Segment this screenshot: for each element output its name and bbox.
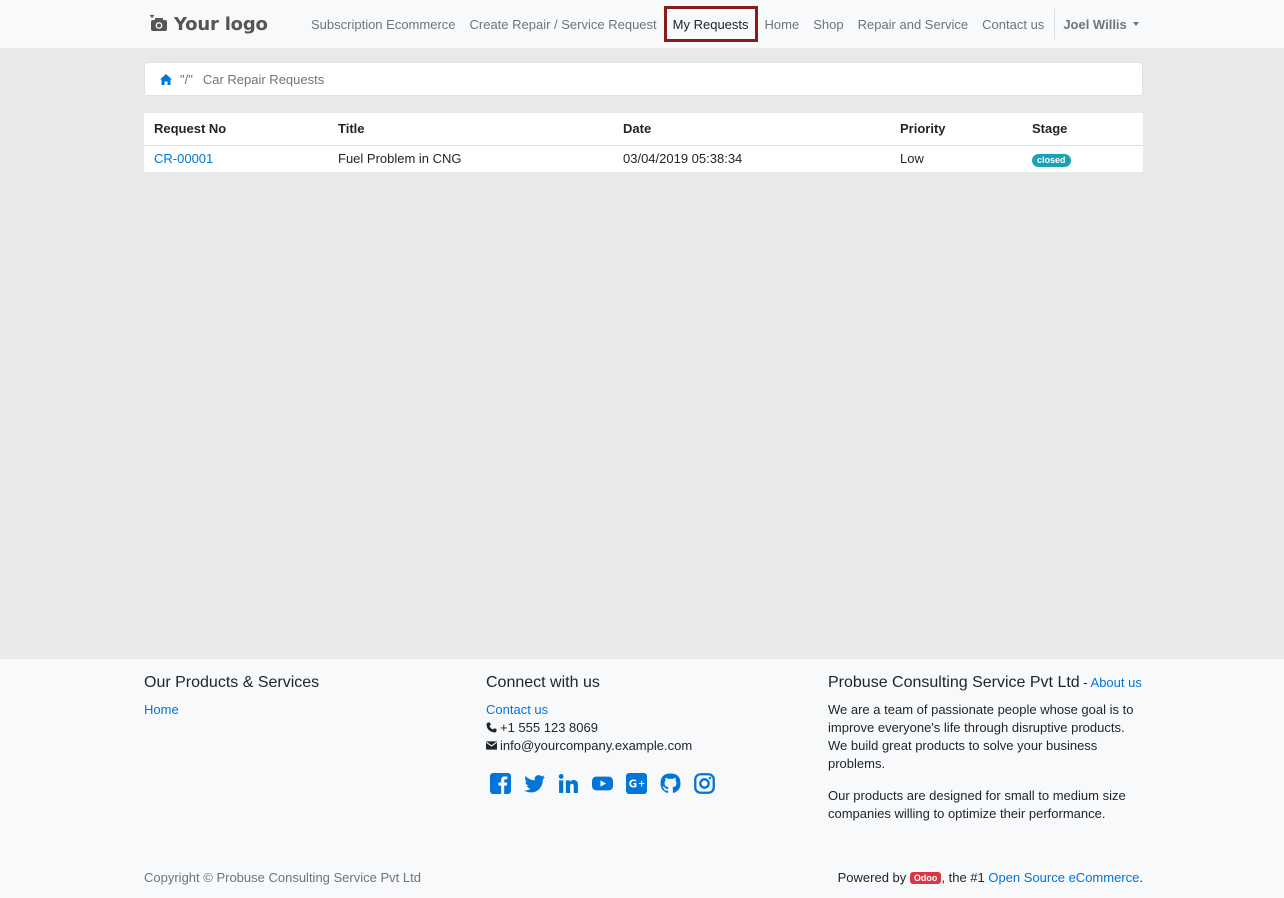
github-icon[interactable] bbox=[660, 773, 681, 794]
footer: Our Products & Services Home Connect wit… bbox=[0, 659, 1284, 898]
google-plus-icon[interactable]: G + bbox=[626, 773, 647, 794]
footer-contact-link[interactable]: Contact us bbox=[486, 702, 548, 717]
nav-home[interactable]: Home bbox=[758, 2, 807, 46]
nav-shop[interactable]: Shop bbox=[806, 2, 850, 46]
request-title: Fuel Problem in CNG bbox=[338, 151, 462, 167]
footer-email: info@yourcompany.example.com bbox=[486, 737, 806, 755]
facebook-icon[interactable] bbox=[490, 773, 511, 794]
envelope-icon bbox=[486, 741, 497, 750]
footer-connect-heading: Connect with us bbox=[486, 674, 600, 691]
column-header-title: Title bbox=[328, 113, 613, 146]
about-us-link[interactable]: About us bbox=[1091, 675, 1142, 690]
powered-prefix: Powered by bbox=[837, 870, 910, 885]
copyright-text: Copyright © Probuse Consulting Service P… bbox=[144, 870, 421, 885]
request-priority: Low bbox=[900, 151, 924, 167]
home-icon[interactable] bbox=[160, 73, 172, 85]
footer-phone-text: +1 555 123 8069 bbox=[500, 720, 598, 735]
user-name: Joel Willis bbox=[1063, 16, 1127, 32]
footer-home-link[interactable]: Home bbox=[144, 702, 179, 717]
nav-my-requests[interactable]: My Requests bbox=[663, 6, 758, 42]
company-description-2: Our products are designed for small to m… bbox=[828, 788, 1126, 821]
breadcrumb-current: Car Repair Requests bbox=[202, 71, 325, 87]
table-header-row: Request No Title Date Priority Stage bbox=[144, 113, 1143, 146]
instagram-icon[interactable] bbox=[694, 773, 715, 794]
social-links: G + bbox=[490, 773, 806, 794]
column-header-priority: Priority bbox=[890, 113, 1022, 146]
column-header-request-no: Request No bbox=[144, 113, 328, 146]
user-menu[interactable]: Joel Willis bbox=[1055, 17, 1146, 32]
youtube-icon[interactable] bbox=[592, 773, 613, 794]
footer-connect: Connect with us Contact us +1 555 123 80… bbox=[486, 673, 806, 794]
company-description-1: We are a team of passionate people whose… bbox=[828, 702, 1134, 771]
svg-text:+: + bbox=[638, 779, 645, 789]
breadcrumb-separator: "/" bbox=[180, 71, 193, 87]
footer-company: Probuse Consulting Service Pvt Ltd - Abo… bbox=[828, 673, 1144, 837]
footer-products-heading: Our Products & Services bbox=[144, 674, 320, 691]
table-row: CR-00001 Fuel Problem in CNG 03/04/2019 … bbox=[144, 145, 1143, 172]
column-header-date: Date bbox=[613, 113, 890, 146]
footer-company-heading: Probuse Consulting Service Pvt Ltd - Abo… bbox=[828, 673, 1144, 693]
nav-create-repair-request[interactable]: Create Repair / Service Request bbox=[463, 2, 664, 46]
footer-products: Our Products & Services Home bbox=[144, 673, 464, 719]
footer-phone: +1 555 123 8069 bbox=[486, 719, 806, 737]
nav-subscription-ecommerce[interactable]: Subscription Ecommerce bbox=[304, 2, 463, 46]
footer-email-text: info@yourcompany.example.com bbox=[500, 738, 693, 753]
nav-repair-and-service[interactable]: Repair and Service bbox=[851, 2, 976, 46]
svg-text:G: G bbox=[629, 779, 638, 791]
odoo-badge: Odoo bbox=[909, 872, 942, 884]
caret-down-icon bbox=[1132, 22, 1139, 26]
breadcrumb: "/" Car Repair Requests bbox=[144, 62, 1143, 96]
logo-text: Your logo bbox=[174, 13, 268, 35]
camera-icon bbox=[150, 15, 167, 31]
powered-middle: , the #1 bbox=[941, 870, 989, 885]
column-header-stage: Stage bbox=[1022, 113, 1143, 146]
request-number-link[interactable]: CR-00001 bbox=[154, 151, 213, 166]
main-nav: Subscription Ecommerce Create Repair / S… bbox=[304, 0, 1147, 48]
linkedin-icon[interactable] bbox=[558, 773, 579, 794]
heading-separator: - bbox=[1079, 675, 1091, 690]
powered-suffix: . bbox=[1139, 870, 1143, 885]
open-source-ecommerce-link[interactable]: Open Source eCommerce bbox=[988, 870, 1139, 885]
twitter-icon[interactable] bbox=[524, 773, 545, 794]
requests-table: Request No Title Date Priority Stage CR-… bbox=[144, 113, 1143, 172]
phone-icon bbox=[486, 722, 497, 733]
powered-by: Powered by Odoo, the #1 Open Source eCom… bbox=[838, 870, 1143, 885]
top-navbar: Your logo Subscription Ecommerce Create … bbox=[0, 0, 1284, 48]
brand-logo[interactable]: Your logo bbox=[150, 10, 268, 38]
nav-contact-us[interactable]: Contact us bbox=[975, 2, 1051, 46]
request-date: 03/04/2019 05:38:34 bbox=[623, 151, 743, 167]
company-name: Probuse Consulting Service Pvt Ltd bbox=[828, 674, 1080, 691]
stage-badge: closed bbox=[1032, 153, 1071, 167]
